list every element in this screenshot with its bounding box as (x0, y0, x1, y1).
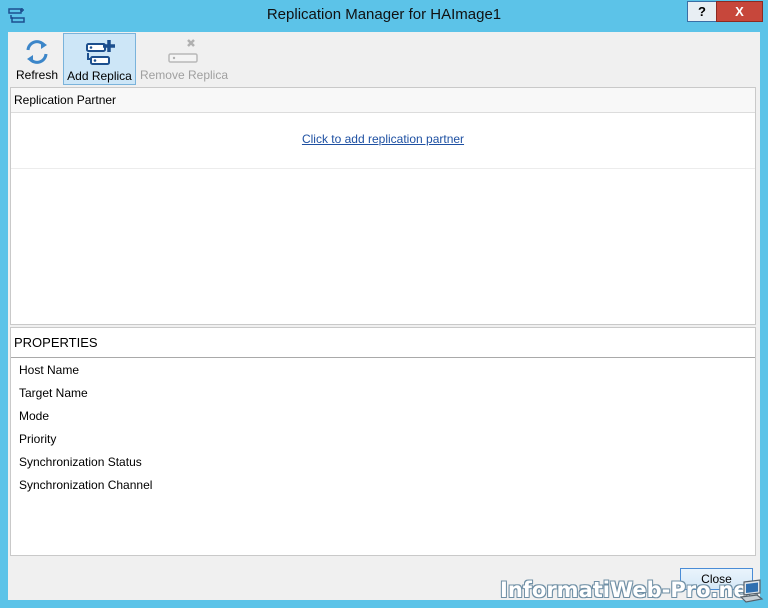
add-replica-icon (85, 40, 115, 65)
property-priority: Priority (19, 432, 57, 446)
property-synchronization-status: Synchronization Status (19, 455, 142, 469)
property-synchronization-channel: Synchronization Channel (19, 478, 153, 492)
replication-partner-header[interactable]: Replication Partner (11, 88, 755, 113)
help-button[interactable]: ? (687, 1, 717, 22)
properties-panel: PROPERTIES Host Name Target Name Mode Pr… (10, 327, 756, 556)
refresh-icon (26, 40, 48, 64)
add-replica-label: Add Replica (67, 69, 132, 83)
laptop-icon (738, 578, 764, 604)
toolbar: Refresh Add Replica Remove Replica (8, 32, 760, 86)
refresh-label: Refresh (15, 68, 59, 82)
title-bar: Replication Manager for HAImage1 ? X (0, 0, 768, 32)
property-host-name: Host Name (19, 363, 80, 377)
properties-list: Host Name Target Name Mode Priority Sync… (11, 358, 755, 496)
window-client-area: Refresh Add Replica Remove Replica Repli… (8, 32, 760, 600)
refresh-button[interactable]: Refresh (10, 33, 64, 85)
close-icon: X (735, 4, 744, 19)
add-partner-row: Click to add replication partner (11, 113, 755, 169)
add-replication-partner-link[interactable]: Click to add replication partner (302, 132, 464, 146)
property-mode: Mode (19, 409, 50, 423)
replication-manager-window: Replication Manager for HAImage1 ? X Ref… (0, 0, 768, 608)
properties-header: PROPERTIES (11, 328, 755, 358)
add-replica-button[interactable]: Add Replica (63, 33, 136, 85)
window-title: Replication Manager for HAImage1 (266, 6, 502, 23)
window-close-button[interactable]: X (716, 1, 763, 22)
property-target-name: Target Name (19, 386, 88, 400)
remove-replica-icon (168, 39, 198, 63)
watermark-text: InformatiWeb-Pro.net (500, 578, 758, 602)
remove-replica-button[interactable]: Remove Replica (139, 33, 229, 85)
remove-replica-label: Remove Replica (139, 68, 229, 82)
replication-partner-list: Replication Partner Click to add replica… (10, 87, 756, 325)
